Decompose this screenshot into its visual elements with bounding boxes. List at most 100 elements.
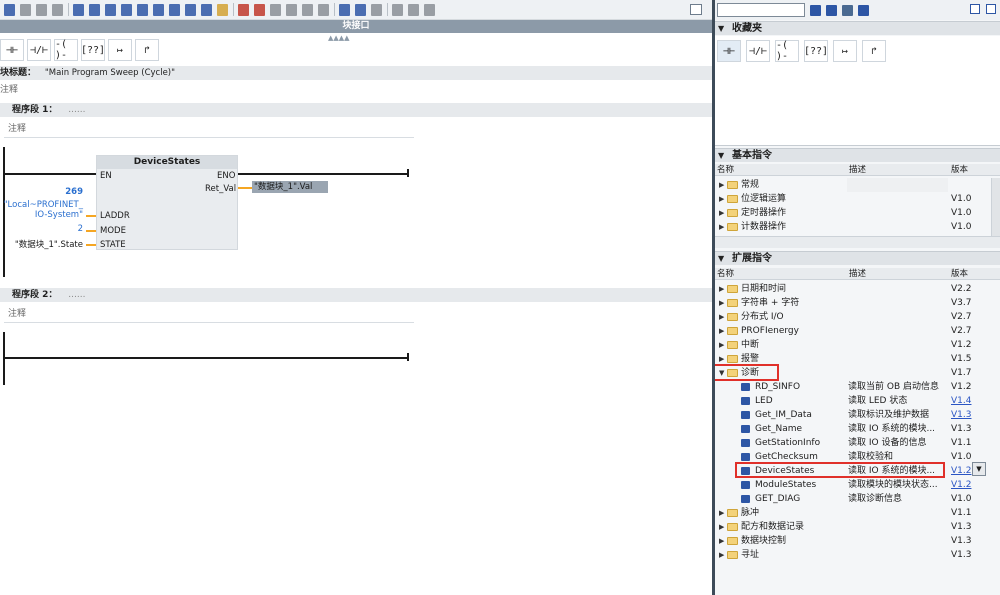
expand-arrow-icon[interactable]: ▶ xyxy=(719,310,724,324)
list-item[interactable]: ▶ 位逻辑运算 V1.0 xyxy=(715,192,1000,206)
block-comment[interactable]: 注释 xyxy=(0,82,18,95)
col-version[interactable]: 版本 xyxy=(951,164,968,176)
col-name[interactable]: 名称 xyxy=(717,268,734,280)
collapse-chevron-icon[interactable]: ▼ xyxy=(718,252,728,266)
list-item[interactable]: ▶ 分布式 I/O V2.7 xyxy=(715,310,1000,324)
extended-instructions-header[interactable]: ▼ 扩展指令 xyxy=(715,251,1000,265)
settings-icon[interactable] xyxy=(842,4,853,16)
list-item[interactable]: ▶ 寻址 V1.3 xyxy=(715,548,1000,562)
toolbar-icon[interactable] xyxy=(371,3,382,16)
network-1-title[interactable]: 程序段 1： ...... xyxy=(0,103,712,117)
list-item[interactable]: ▶ 日期和时间 V2.2 xyxy=(715,282,1000,296)
col-name[interactable]: 名称 xyxy=(717,164,734,176)
expand-arrow-icon[interactable]: ▶ xyxy=(719,282,724,296)
toolbar-icon[interactable] xyxy=(153,3,164,16)
list-item[interactable]: ▶ 常规 xyxy=(715,178,1000,192)
toolbar-icon[interactable] xyxy=(355,3,366,16)
network-2-title[interactable]: 程序段 2： ...... xyxy=(0,288,712,302)
toolbar-icon[interactable] xyxy=(217,3,228,16)
toolbar-icon[interactable] xyxy=(4,3,15,16)
toolbar-icon[interactable] xyxy=(302,3,313,16)
search-next-icon[interactable] xyxy=(810,4,821,16)
toolbar-icon[interactable] xyxy=(73,3,84,16)
toolbar-icon[interactable] xyxy=(121,3,132,16)
toolbar-icon[interactable] xyxy=(20,3,31,16)
close-branch-button[interactable]: ↱ xyxy=(135,39,159,61)
toolbar-icon[interactable] xyxy=(105,3,116,16)
instruction-item[interactable]: LED 读取 LED 状态 V1.4 xyxy=(715,394,1000,408)
fav-empty-box[interactable]: [??] xyxy=(804,40,828,62)
expand-arrow-icon[interactable]: ▶ xyxy=(719,520,724,534)
toolbar-icon[interactable] xyxy=(424,3,435,16)
expand-arrow-icon[interactable]: ▶ xyxy=(719,178,724,192)
toolbar-icon[interactable] xyxy=(185,3,196,16)
collapse-chevron-icon[interactable]: ▼ xyxy=(718,149,728,163)
expand-arrow-icon[interactable]: ▶ xyxy=(719,506,724,520)
instruction-item[interactable]: GET_DIAG 读取诊断信息 V1.0 xyxy=(715,492,1000,506)
state-operand[interactable]: "数据块_1".State xyxy=(0,238,83,250)
devicestates-block[interactable]: DeviceStates EN ENO Ret_Val LADDR MODE S… xyxy=(96,155,238,250)
item-version-link[interactable]: V1.4 xyxy=(951,394,971,408)
list-item[interactable]: ▶ 字符串 + 字符 V3.7 xyxy=(715,296,1000,310)
contact-no-button[interactable]: ⊣⊢ xyxy=(0,39,24,61)
open-branch-button[interactable]: ↦ xyxy=(108,39,132,61)
expand-arrow-icon[interactable]: ▶ xyxy=(719,220,724,234)
splitter-grip-icon[interactable]: ▲▲▲▲ xyxy=(328,34,350,42)
fav-coil[interactable]: -( )- xyxy=(775,40,799,62)
toolbar-icon[interactable] xyxy=(169,3,180,16)
toolbar-icon[interactable] xyxy=(52,3,63,16)
toolbar-icon[interactable] xyxy=(137,3,148,16)
toolbar-icon[interactable] xyxy=(392,3,403,16)
coil-button[interactable]: -( )- xyxy=(54,39,78,61)
col-desc[interactable]: 描述 xyxy=(849,164,866,176)
expand-arrow-icon[interactable]: ▶ xyxy=(719,192,724,206)
expand-arrow-icon[interactable]: ▶ xyxy=(719,534,724,548)
toolbar-icon[interactable] xyxy=(339,3,350,16)
item-version-link[interactable]: V1.3 xyxy=(951,408,971,422)
toolbar-icon[interactable] xyxy=(408,3,419,16)
fav-contact-nc[interactable]: ⊣/⊢ xyxy=(746,40,770,62)
expand-arrow-icon[interactable]: ▶ xyxy=(719,296,724,310)
instruction-item[interactable]: ModuleStates 读取模块的模块状态... V1.2 xyxy=(715,478,1000,492)
toolbar-icon[interactable] xyxy=(201,3,212,16)
version-dropdown-icon[interactable]: ▼ xyxy=(972,462,986,476)
favorites-header[interactable]: ▼ 收藏夹 xyxy=(715,21,1000,35)
item-version-link[interactable]: V1.2 xyxy=(951,464,971,478)
instruction-item[interactable]: GetStationInfo 读取 IO 设备的信息 V1.1 xyxy=(715,436,1000,450)
network-1-comment[interactable]: 注释 xyxy=(4,120,414,138)
list-item[interactable]: ▶ 数据块控制 V1.3 xyxy=(715,534,1000,548)
block-interface-bar[interactable]: 块接口 xyxy=(0,20,712,33)
window-layout-icon[interactable] xyxy=(690,4,702,15)
basic-instructions-header[interactable]: ▼ 基本指令 xyxy=(715,148,1000,162)
fav-open-branch[interactable]: ↦ xyxy=(833,40,857,62)
toolbar-icon[interactable] xyxy=(89,3,100,16)
collapse-chevron-icon[interactable]: ▼ xyxy=(718,22,728,36)
expand-arrow-icon[interactable]: ▶ xyxy=(719,206,724,220)
expand-arrow-icon[interactable]: ▶ xyxy=(719,338,724,352)
contact-nc-button[interactable]: ⊣/⊢ xyxy=(27,39,51,61)
toolbar-icon[interactable] xyxy=(238,3,249,16)
laddr-value[interactable]: 269 xyxy=(40,187,83,197)
list-item[interactable]: ▶ 定时器操作 V1.0 xyxy=(715,206,1000,220)
col-desc[interactable]: 描述 xyxy=(849,268,866,280)
block-title-row[interactable]: 块标题： "Main Program Sweep (Cycle)" xyxy=(0,66,712,80)
toolbar-icon[interactable] xyxy=(36,3,47,16)
vertical-scrollbar[interactable] xyxy=(991,178,1000,236)
toolbar-icon[interactable] xyxy=(270,3,281,16)
mode-operand[interactable]: 2 xyxy=(40,224,83,234)
search-prev-icon[interactable] xyxy=(826,4,837,16)
expand-arrow-icon[interactable]: ▶ xyxy=(719,324,724,338)
laddr-operand-line1[interactable]: "Local~PROFINET_ xyxy=(0,200,83,210)
list-item[interactable]: ▶ 配方和数据记录 V1.3 xyxy=(715,520,1000,534)
item-version-link[interactable]: V1.2 xyxy=(951,478,971,492)
empty-box-button[interactable]: [??] xyxy=(81,39,105,61)
fav-contact-no[interactable]: ⊣⊢ xyxy=(717,40,741,62)
fav-close-branch[interactable]: ↱ xyxy=(862,40,886,62)
instruction-item[interactable]: RD_SINFO 读取当前 OB 启动信息 V1.2 xyxy=(715,380,1000,394)
view-mode-icon[interactable] xyxy=(970,4,980,14)
horizontal-scrollbar[interactable] xyxy=(715,236,1000,248)
retval-operand[interactable]: "数据块_1".Val xyxy=(252,181,328,193)
update-icon[interactable] xyxy=(858,4,869,16)
network-2-comment[interactable]: 注释 xyxy=(4,305,414,323)
laddr-operand-line2[interactable]: IO-System" xyxy=(0,210,83,220)
